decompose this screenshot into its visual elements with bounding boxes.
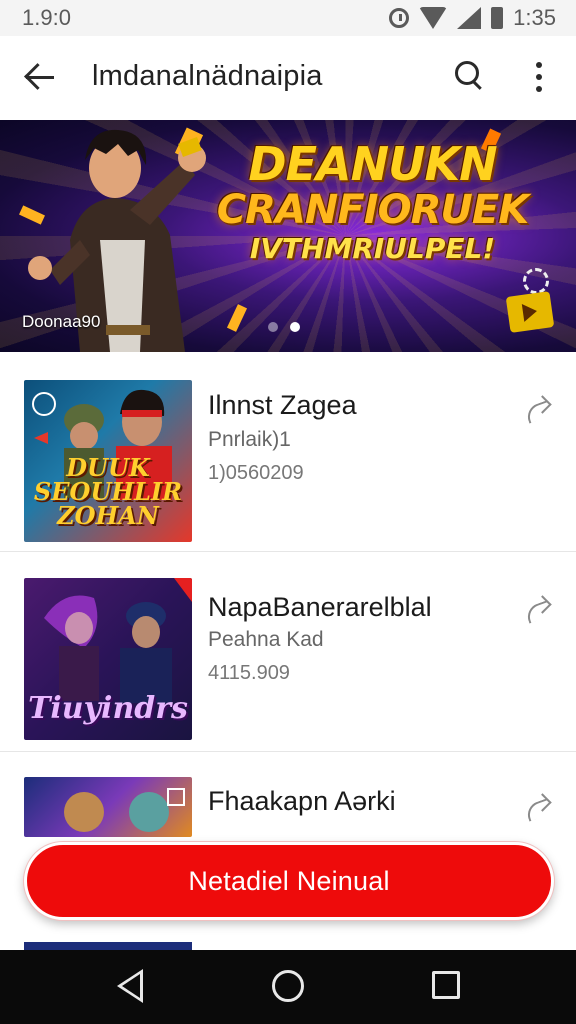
item-price: 4115.909 — [208, 662, 290, 684]
carousel-indicator — [268, 322, 300, 332]
item-subtitle: Peahna Kad — [208, 628, 324, 651]
more-vert-icon[interactable] — [534, 62, 544, 92]
banner-line-2: CRANFIORUEK — [216, 187, 529, 233]
item-title: NapaBanerarelblal — [208, 592, 432, 622]
share-icon[interactable] — [524, 594, 552, 622]
banner-line-3: IVTHMRIULPEL! — [249, 232, 496, 265]
thumbnail-title: Tiuyindrs — [28, 691, 188, 726]
nav-recents-icon[interactable] — [432, 971, 460, 999]
banner-caption: Doonaa90 — [22, 312, 101, 331]
promo-banner[interactable]: DEANUKN CRANFIORUEK IVTHMRIULPEL! Doonaa… — [0, 120, 576, 352]
status-time-right: 1:35 — [513, 5, 556, 30]
primary-action-button[interactable]: Netadiel Neinual — [24, 842, 554, 920]
thumbnail-art — [64, 788, 185, 832]
alarm-icon — [389, 8, 410, 28]
battery-icon — [491, 7, 504, 29]
carousel-dot[interactable] — [268, 322, 278, 332]
play-icon[interactable] — [505, 291, 555, 333]
item-subtitle: Pnrlaik)1 — [208, 428, 291, 451]
search-icon[interactable] — [453, 59, 487, 93]
item-title: Ilnnst Zagea — [208, 390, 357, 420]
loading-icon — [523, 268, 549, 294]
status-time-left: 1.9:0 — [22, 5, 71, 30]
app-bar: lmdanalnädnaipia — [0, 36, 576, 120]
list-item[interactable]: Tiuyindrs NapaBanerarelblal Peahna Kad 4… — [0, 552, 576, 752]
share-icon[interactable] — [524, 792, 552, 820]
nav-home-icon[interactable] — [272, 970, 304, 1002]
status-icons: 1:35 — [389, 5, 556, 31]
page-title: lmdanalnädnaipia — [92, 60, 323, 92]
arrow-back-icon[interactable] — [22, 60, 58, 96]
thumbnail-title: DUUK SEOUHLIR ZOHAN — [33, 453, 183, 530]
nav-back-icon[interactable] — [117, 969, 143, 1003]
item-title: Fhaakapn Aərki — [208, 786, 396, 816]
item-price: 1)0560209 — [208, 462, 304, 484]
banner-line-1: DEANUKN — [248, 137, 497, 191]
next-item-thumbnail-peek — [24, 942, 192, 950]
status-bar: 1.9:0 1:35 — [0, 0, 576, 36]
screen: 1.9:0 1:35 lmdanalnädnaipia DEANUKN CRAN… — [0, 0, 576, 1024]
system-nav-bar — [0, 950, 576, 1024]
game-thumbnail[interactable] — [24, 777, 192, 837]
signal-icon — [457, 7, 482, 29]
game-thumbnail[interactable]: Tiuyindrs — [24, 578, 192, 740]
banner-headline: DEANUKN CRANFIORUEK IVTHMRIULPEL! — [205, 140, 540, 266]
carousel-dot-active[interactable] — [290, 322, 300, 332]
list-item[interactable]: DUUK SEOUHLIR ZOHAN Ilnnst Zagea Pnrlaik… — [0, 352, 576, 552]
game-thumbnail[interactable]: DUUK SEOUHLIR ZOHAN — [24, 380, 192, 542]
share-icon[interactable] — [524, 394, 552, 422]
wifi-icon — [419, 7, 448, 29]
